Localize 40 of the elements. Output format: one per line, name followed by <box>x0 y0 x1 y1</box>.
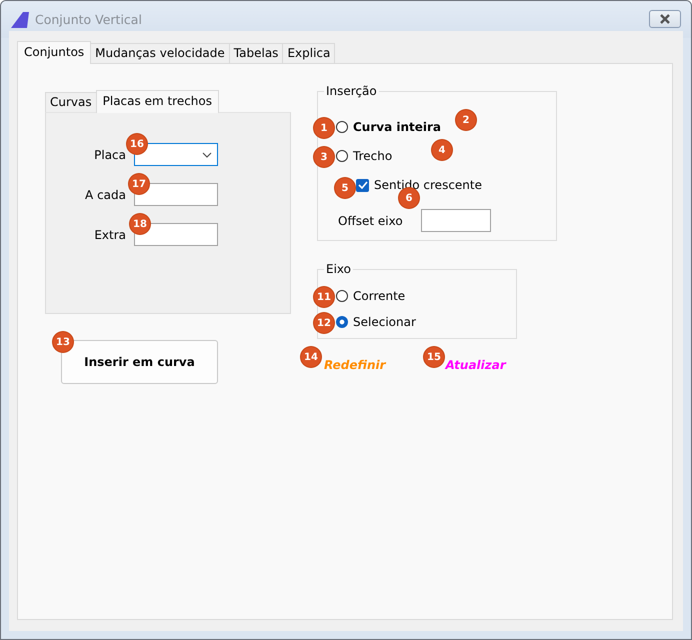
field-label: Placa <box>93 148 127 162</box>
marker-badge: 4 <box>432 140 452 160</box>
app-logo-icon <box>11 12 29 28</box>
tab[interactable]: Explica <box>282 43 336 63</box>
marker-badge: 18 <box>130 214 150 234</box>
marker-badge: 14 <box>301 347 321 367</box>
window-title: Conjunto Vertical <box>35 12 142 27</box>
radio-label: Corrente <box>353 289 406 303</box>
field-label: Extra <box>93 228 127 242</box>
tab[interactable]: Placas em trechos <box>96 90 220 113</box>
marker-badge: 1 <box>314 118 334 138</box>
marker-badge: 2 <box>456 110 476 130</box>
close-icon <box>658 14 672 24</box>
check-icon <box>358 181 368 189</box>
tab[interactable]: Curvas <box>45 92 97 112</box>
checkbox[interactable] <box>356 178 369 192</box>
group-title: Eixo <box>325 262 352 276</box>
chevron-icon <box>202 152 212 158</box>
marker-badge: 13 <box>53 332 73 352</box>
radio-button[interactable] <box>336 316 348 328</box>
radio-label: Selecionar <box>353 315 416 329</box>
radio-button[interactable] <box>336 290 348 302</box>
radio-label: Trecho <box>353 149 392 163</box>
field-label: Offset eixo <box>338 214 403 228</box>
marker-badge: 16 <box>127 134 147 154</box>
marker-badge: 15 <box>424 347 444 367</box>
tab[interactable]: Conjuntos <box>17 41 92 64</box>
radio-label: Curva inteira <box>353 120 442 134</box>
marker-badge: 5 <box>335 178 355 198</box>
marker-badge: 3 <box>314 147 334 167</box>
marker-badge: 6 <box>399 188 419 208</box>
group-title: Inserção <box>325 84 378 98</box>
marker-badge: 11 <box>314 287 334 307</box>
marker-badge: 12 <box>314 313 334 333</box>
radio-button[interactable] <box>336 150 348 162</box>
close-button[interactable] <box>649 10 681 28</box>
input-field[interactable] <box>420 209 491 232</box>
radio-button[interactable] <box>336 121 348 133</box>
field-label: A cada <box>84 188 127 202</box>
marker-badge: 17 <box>129 174 149 194</box>
